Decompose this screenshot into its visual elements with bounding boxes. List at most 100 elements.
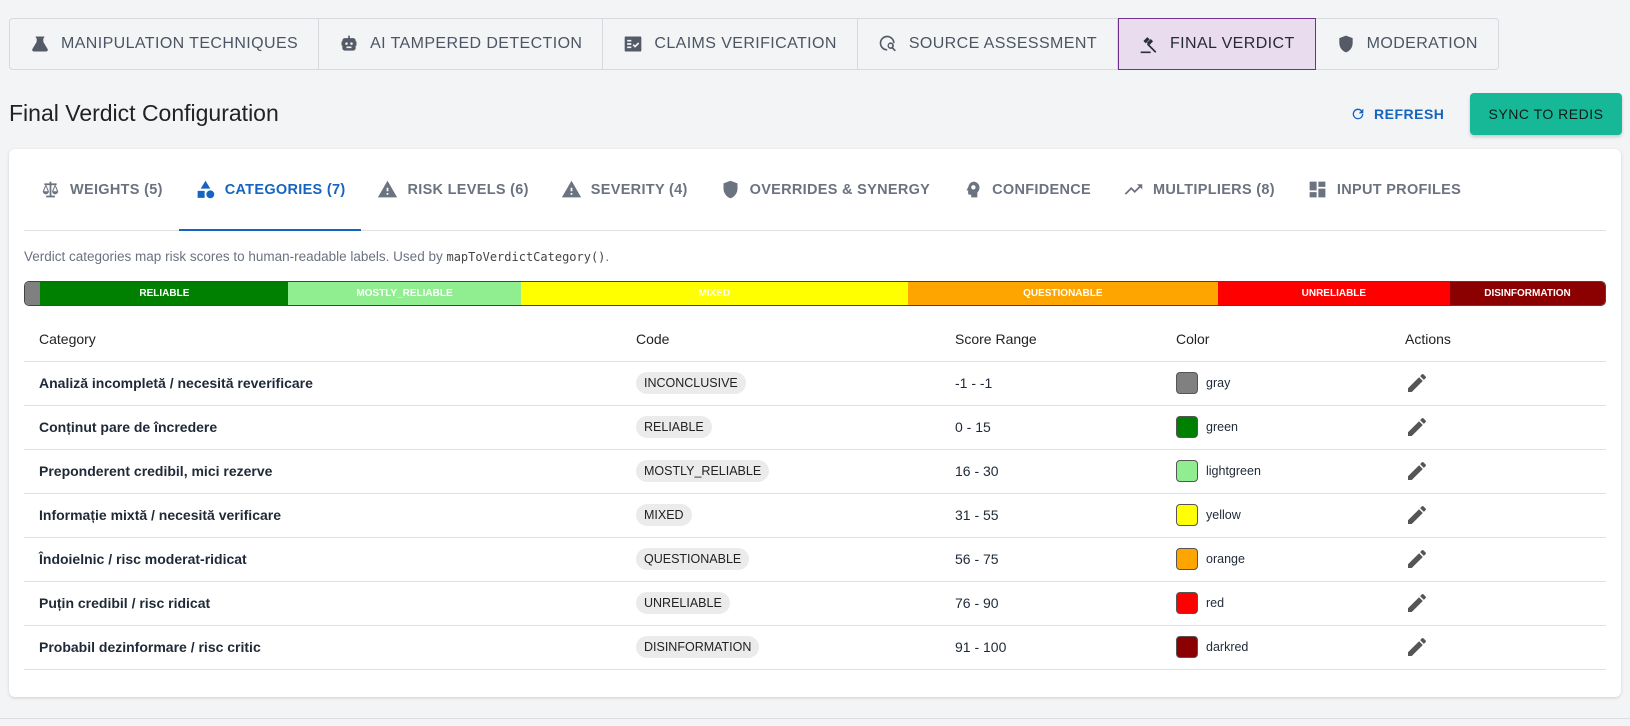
- code-chip: QUESTIONABLE: [636, 548, 750, 570]
- score-range: 56 - 75: [940, 537, 1161, 582]
- color-cell: darkred: [1161, 625, 1390, 670]
- tab-label: FINAL VERDICT: [1170, 35, 1295, 52]
- tab-multipliers[interactable]: MULTIPLIERS (8): [1107, 149, 1291, 230]
- refresh-icon: [1352, 108, 1364, 120]
- column-header-score-range: Score Range: [940, 317, 1161, 362]
- actions-cell: [1390, 581, 1606, 626]
- tab-label: MODERATION: [1366, 35, 1478, 52]
- category-bar-segment: MIXED: [520, 282, 908, 305]
- actions-cell: [1390, 405, 1606, 450]
- flask-icon: [32, 36, 48, 52]
- color-name: green: [1206, 420, 1238, 434]
- table-row: Informație mixtă / necesită verificare MI…: [24, 493, 1606, 538]
- tab-final-verdict[interactable]: FINAL VERDICT: [1118, 18, 1316, 70]
- tab-input-profiles[interactable]: INPUT PROFILES: [1291, 149, 1477, 230]
- warning-icon: [561, 180, 581, 198]
- category-name: Probabil dezinformare / risc critic: [24, 625, 621, 670]
- score-range: 31 - 55: [940, 493, 1161, 538]
- refresh-button[interactable]: REFRESH: [1350, 102, 1444, 126]
- description-suffix: .: [605, 249, 610, 264]
- color-swatch: [1176, 372, 1198, 394]
- actions-cell: [1390, 449, 1606, 494]
- score-range: -1 - -1: [940, 361, 1161, 406]
- edit-icon[interactable]: [1405, 547, 1429, 571]
- category-icon: [197, 180, 214, 199]
- code-cell: UNRELIABLE: [621, 581, 940, 626]
- refresh-label: REFRESH: [1374, 106, 1445, 122]
- code-cell: DISINFORMATION: [621, 625, 940, 670]
- color-swatch: [1176, 636, 1198, 658]
- psychology-icon: [966, 181, 980, 198]
- score-range: 0 - 15: [940, 405, 1161, 450]
- color-cell: orange: [1161, 537, 1390, 582]
- tab-label: MANIPULATION TECHNIQUES: [61, 35, 299, 52]
- dashboard-icon: [1309, 181, 1326, 198]
- actions-cell: [1390, 493, 1606, 538]
- edit-icon[interactable]: [1405, 371, 1429, 395]
- actions-cell: [1390, 625, 1606, 670]
- color-swatch: [1176, 460, 1198, 482]
- edit-icon[interactable]: [1405, 591, 1429, 615]
- trending-up-icon: [1124, 184, 1143, 195]
- config-sub-tabs: WEIGHTS (5) CATEGORIES (7) RISK LEVELS (…: [24, 149, 1606, 231]
- category-bar-segment: [25, 282, 41, 305]
- shield-icon: [723, 180, 738, 199]
- edit-icon[interactable]: [1405, 415, 1429, 439]
- tab-weights[interactable]: WEIGHTS (5): [24, 149, 179, 230]
- table-row: Îndoielnic / risc moderat-ridicat QUESTIO…: [24, 537, 1606, 582]
- tab-ai-tampered-detection[interactable]: AI TAMPERED DETECTION: [319, 19, 604, 69]
- function-name: mapToVerdictCategory(): [446, 250, 606, 264]
- tab-source-assessment[interactable]: SOURCE ASSESSMENT: [858, 19, 1118, 69]
- scale-icon: [42, 181, 59, 198]
- tab-claims-verification[interactable]: CLAIMS VERIFICATION: [603, 19, 858, 69]
- edit-icon[interactable]: [1405, 503, 1429, 527]
- tab-categories[interactable]: CATEGORIES (7): [178, 149, 362, 231]
- edit-icon[interactable]: [1405, 635, 1429, 659]
- warning-icon: [378, 180, 398, 198]
- tab-risk-levels[interactable]: RISK LEVELS (6): [361, 149, 544, 230]
- category-bar-segment: MOSTLY_RELIABLE: [288, 282, 521, 305]
- config-card: WEIGHTS (5) CATEGORIES (7) RISK LEVELS (…: [9, 149, 1621, 697]
- tab-moderation[interactable]: MODERATION: [1316, 19, 1498, 69]
- tab-manipulation-techniques[interactable]: MANIPULATION TECHNIQUES: [10, 19, 320, 69]
- code-cell: INCONCLUSIVE: [621, 361, 940, 406]
- edit-icon[interactable]: [1405, 459, 1429, 483]
- color-cell: lightgreen: [1161, 449, 1390, 494]
- gavel-icon: [1140, 37, 1157, 54]
- column-header-code: Code: [621, 317, 940, 362]
- sync-to-redis-button[interactable]: SYNC TO REDIS: [1470, 93, 1622, 135]
- page-title: Final Verdict Configuration: [9, 100, 279, 126]
- color-name: darkred: [1206, 640, 1249, 654]
- color-cell: yellow: [1161, 493, 1390, 538]
- color-swatch: [1176, 548, 1198, 570]
- color-cell: red: [1161, 581, 1390, 626]
- sub-tab-label: SEVERITY (4): [590, 181, 688, 198]
- description-text: Verdict categories map risk scores to hu…: [24, 249, 447, 264]
- code-chip: RELIABLE: [636, 416, 712, 438]
- table-row: Probabil dezinformare / risc critic DISIN…: [24, 625, 1606, 670]
- tab-confidence[interactable]: CONFIDENCE: [946, 149, 1107, 230]
- code-cell: QUESTIONABLE: [621, 537, 940, 582]
- color-swatch: [1176, 504, 1198, 526]
- tab-label: SOURCE ASSESSMENT: [908, 35, 1097, 52]
- code-chip: INCONCLUSIVE: [636, 372, 746, 394]
- table-row: Conținut pare de încredere RELIABLE 0 - 15…: [24, 405, 1606, 450]
- table-row: Analiză incompletă / necesită reverifica…: [24, 361, 1606, 406]
- color-name: yellow: [1206, 508, 1241, 522]
- tab-overrides-synergy[interactable]: OVERRIDES & SYNERGY: [704, 149, 947, 230]
- robot-icon: [341, 35, 357, 51]
- category-name: Îndoielnic / risc moderat-ridicat: [24, 537, 621, 582]
- categories-table: Category Code Score Range Color Actions …: [24, 317, 1606, 670]
- color-name: gray: [1206, 376, 1231, 390]
- tab-severity[interactable]: SEVERITY (4): [545, 149, 704, 230]
- category-bar-segment: QUESTIONABLE: [907, 282, 1218, 305]
- table-header-row: Category Code Score Range Color Actions: [24, 317, 1606, 362]
- tab-label: AI TAMPERED DETECTION: [370, 35, 583, 52]
- category-name: Preponderent credibil, mici rezerve: [24, 449, 621, 494]
- score-range: 16 - 30: [940, 449, 1161, 494]
- column-header-category: Category: [24, 317, 621, 362]
- sub-tab-label: MULTIPLIERS (8): [1153, 181, 1275, 198]
- module-tabs: MANIPULATION TECHNIQUES AI TAMPERED DETE…: [9, 18, 1499, 70]
- page-divider: [0, 718, 1630, 719]
- color-cell: gray: [1161, 361, 1390, 406]
